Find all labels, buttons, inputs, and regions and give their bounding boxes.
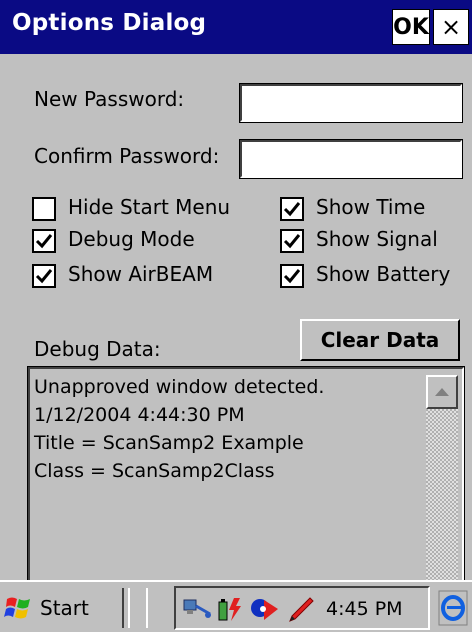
checkmark-icon — [283, 269, 301, 284]
windows-flag-icon — [4, 597, 30, 619]
debug-line: Unapproved window detected. — [34, 376, 325, 398]
debug-line: 1/12/2004 4:44:30 PM — [34, 404, 245, 426]
title-bar: Options Dialog OK × — [0, 0, 472, 54]
checkbox-label: Show Time — [316, 195, 426, 219]
checkbox-box[interactable] — [280, 197, 304, 221]
debug-line: Title = ScanSamp2 Example — [34, 432, 304, 454]
debug-text: Unapproved window detected. 1/12/2004 4:… — [34, 373, 414, 485]
confirm-password-field[interactable] — [239, 139, 463, 179]
new-password-field[interactable] — [239, 83, 463, 123]
checkbox-box[interactable] — [280, 264, 304, 288]
debug-data-label: Debug Data: — [34, 337, 161, 361]
close-button[interactable]: × — [433, 9, 469, 45]
scroll-up-button[interactable] — [426, 375, 458, 409]
ok-button[interactable]: OK — [392, 9, 430, 45]
network-icon[interactable] — [182, 596, 212, 622]
debug-line: Class = ScanSamp2Class — [34, 460, 275, 482]
taskbar-separator — [122, 588, 130, 628]
checkbox-label: Debug Mode — [68, 227, 195, 251]
pen-icon[interactable] — [284, 596, 314, 622]
airbeam-icon[interactable] — [250, 596, 280, 622]
checkbox-box[interactable] — [32, 197, 56, 221]
internet-explorer-icon[interactable] — [438, 590, 468, 626]
checkmark-icon — [35, 269, 53, 284]
system-tray: 4:45 PM — [174, 586, 430, 630]
close-icon: × — [440, 13, 462, 41]
clock[interactable]: 4:45 PM — [326, 598, 403, 620]
checkbox-label: Hide Start Menu — [68, 195, 231, 219]
checkmark-icon — [283, 234, 301, 249]
start-label: Start — [40, 596, 89, 620]
window-title: Options Dialog — [12, 10, 207, 36]
start-button[interactable]: Start — [4, 588, 116, 628]
confirm-password-label: Confirm Password: — [34, 144, 220, 168]
arrow-up-icon — [435, 388, 449, 396]
checkbox-label: Show AirBEAM — [68, 262, 214, 286]
taskbar-separator — [146, 588, 150, 628]
dialog-body: New Password: Confirm Password: Hide Sta… — [0, 54, 472, 628]
battery-icon[interactable] — [216, 596, 246, 622]
new-password-label: New Password: — [34, 87, 185, 111]
vertical-scrollbar[interactable] — [426, 375, 458, 615]
checkbox-box[interactable] — [280, 229, 304, 253]
checkbox-label: Show Signal — [316, 227, 438, 251]
checkmark-icon — [35, 234, 53, 249]
taskbar: Start 4:45 PM — [0, 580, 472, 632]
clear-data-button[interactable]: Clear Data — [300, 319, 460, 361]
tray-icons — [182, 594, 314, 624]
checkmark-icon — [283, 202, 301, 217]
checkbox-box[interactable] — [32, 264, 56, 288]
checkbox-box[interactable] — [32, 229, 56, 253]
checkbox-label: Show Battery — [316, 262, 451, 286]
